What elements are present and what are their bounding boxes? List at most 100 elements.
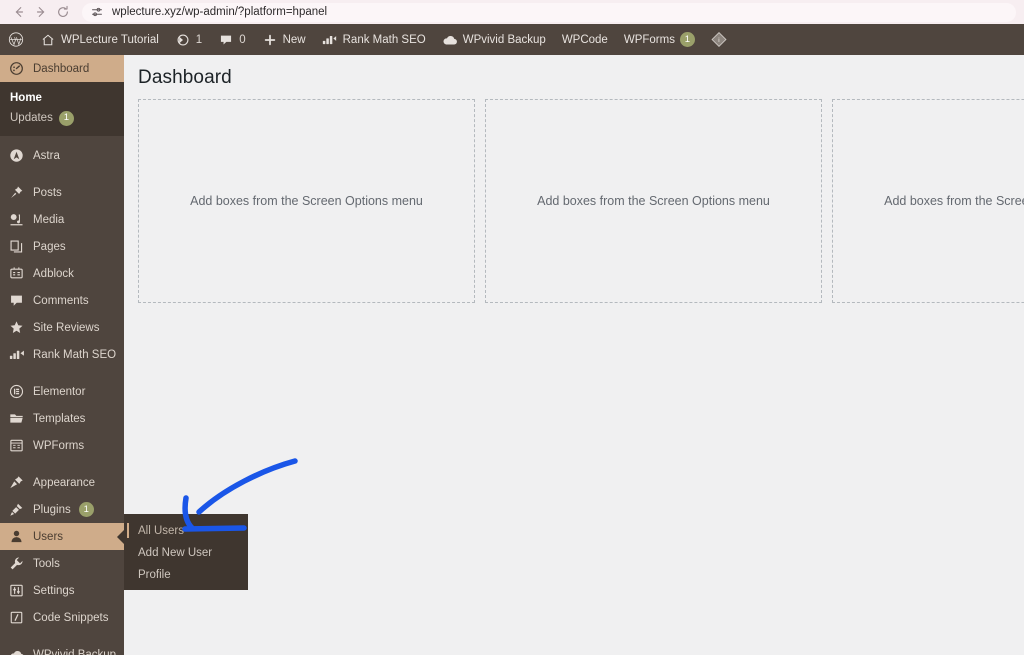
sidebar-item-label-comments: Comments [33,294,89,307]
sidebar-flyout-users: All Users Add New User Profile [124,514,248,590]
flyout-label-profile: Profile [138,569,171,581]
browser-toolbar: wplecture.xyz/wp-admin/?platform=hpanel [0,0,1024,24]
tune-icon[interactable] [90,5,104,19]
flyout-label-add-new-user: Add New User [138,547,213,559]
sidebar-item-label-pages: Pages [33,240,66,253]
sidebar-item-label-plugins: Plugins [33,503,71,516]
sidebar-item-tools[interactable]: Tools [0,550,124,577]
adminbar-wpforms[interactable]: WPForms 1 [616,24,703,55]
sidebar-item-plugins[interactable]: Plugins 1 [0,496,124,523]
pages-icon [8,238,25,255]
sidebar-item-label-wpforms: WPForms [33,439,85,452]
adminbar-wpcode[interactable]: WPCode [554,24,616,55]
adminbar-wp-logo[interactable] [0,24,32,55]
sidebar-item-label-astra: Astra [33,149,60,162]
dashboard-widget-dropzones: Add boxes from the Screen Options menu A… [138,99,1024,303]
adminbar-wpforms-label: WPForms [623,33,675,46]
adminbar-updates[interactable]: 1 [167,24,210,55]
updates-icon [175,32,191,48]
sidebar-item-comments[interactable]: Comments [0,287,124,314]
flyout-label-all-users: All Users [138,525,185,537]
adminbar-updates-count: 1 [195,33,203,46]
reload-button[interactable] [52,2,74,22]
sidebar-separator-3 [0,459,124,469]
sidebar-subitem-label-home: Home [10,92,42,104]
sidebar-item-label-appearance: Appearance [33,476,96,489]
adminbar-site-name[interactable]: WPLecture Tutorial [32,24,167,55]
adminbar-wpforms-badge: 1 [679,32,695,47]
diamond-icon: i [711,31,727,48]
svg-text:i: i [718,37,719,44]
dropzone-text-2: Add boxes from the Screen Options menu [537,194,770,208]
adminbar-rank-math-label: Rank Math SEO [342,33,426,46]
star-icon [8,319,25,336]
sidebar-item-templates[interactable]: Templates [0,405,124,432]
back-button[interactable] [8,2,30,22]
appearance-icon [8,474,25,491]
adblock-icon [8,265,25,282]
sidebar-item-dashboard[interactable]: Dashboard [0,55,124,82]
flyout-item-all-users[interactable]: All Users [124,520,248,542]
pin-icon [8,184,25,201]
wordpress-logo-icon [8,32,24,48]
sidebar-item-media[interactable]: Media [0,206,124,233]
adminbar-extra[interactable]: i [703,24,735,55]
adminbar-wpvivid-label: WPvivid Backup [462,33,546,46]
sidebar-item-posts[interactable]: Posts [0,179,124,206]
media-icon [8,211,25,228]
sidebar-item-adblock[interactable]: Adblock [0,260,124,287]
sidebar-item-wpvivid-backup[interactable]: WPvivid Backup [0,641,124,655]
sidebar-item-settings[interactable]: Settings [0,577,124,604]
sidebar-item-wpforms[interactable]: WPForms [0,432,124,459]
dashboard-icon [8,60,25,77]
sidebar-separator-4 [0,631,124,641]
adminbar-comments[interactable]: 0 [210,24,253,55]
sidebar-item-elementor[interactable]: Elementor [0,378,124,405]
sidebar-users-pointer [117,529,124,544]
sidebar-item-label-rank-math-seo: Rank Math SEO [33,348,117,361]
tools-icon [8,555,25,572]
sidebar-item-appearance[interactable]: Appearance [0,469,124,496]
comment-icon [218,32,234,48]
sidebar-item-label-posts: Posts [33,186,62,199]
sidebar-subitem-home[interactable]: Home [0,88,124,108]
adminbar-site-name-label: WPLecture Tutorial [61,33,159,46]
adminbar-new-label: New [282,33,306,46]
sidebar-item-label-wpvivid-backup: WPvivid Backup [33,648,117,655]
address-bar[interactable]: wplecture.xyz/wp-admin/?platform=hpanel [82,2,1016,22]
page-title: Dashboard [138,67,232,88]
sidebar-item-rank-math-seo[interactable]: Rank Math SEO [0,341,124,368]
sidebar-item-label-media: Media [33,213,65,226]
flyout-item-profile[interactable]: Profile [124,564,248,586]
sidebar-item-label-adblock: Adblock [33,267,74,280]
sidebar-item-label-tools: Tools [33,557,60,570]
sidebar-item-label-site-reviews: Site Reviews [33,321,100,334]
dashboard-dropzone-1[interactable]: Add boxes from the Screen Options menu [138,99,475,303]
url-text: wplecture.xyz/wp-admin/?platform=hpanel [112,6,328,18]
wp-admin-bar: WPLecture Tutorial 1 0 New Rank Math SEO… [0,24,1024,55]
code-snippets-icon [8,609,25,626]
sidebar-plugins-badge: 1 [78,502,94,517]
plugins-icon [8,501,25,518]
sidebar-item-site-reviews[interactable]: Site Reviews [0,314,124,341]
comment-icon [8,292,25,309]
adminbar-new[interactable]: New [254,24,314,55]
dropzone-text-3: Add boxes from the Screen Options menu [884,194,1024,208]
adminbar-rank-math-seo[interactable]: Rank Math SEO [314,24,434,55]
sidebar-item-users[interactable]: Users [0,523,124,550]
sidebar-item-pages[interactable]: Pages [0,233,124,260]
dashboard-dropzone-3[interactable]: Add boxes from the Screen Options menu [832,99,1024,303]
sidebar-subitem-updates[interactable]: Updates 1 [0,108,124,128]
dashboard-content: Dashboard Add boxes from the Screen Opti… [124,55,1024,655]
forward-button[interactable] [30,2,52,22]
home-icon [40,32,56,48]
flyout-active-accent [127,523,129,538]
adminbar-wpvivid-backup[interactable]: WPvivid Backup [434,24,554,55]
sidebar-item-label-elementor: Elementor [33,385,86,398]
sidebar-item-code-snippets[interactable]: Code Snippets [0,604,124,631]
sidebar-item-label-settings: Settings [33,584,75,597]
sidebar-item-astra[interactable]: Astra [0,142,124,169]
admin-sidebar: Dashboard Home Updates 1 Astra Posts Med… [0,55,124,655]
flyout-item-add-new-user[interactable]: Add New User [124,542,248,564]
dashboard-dropzone-2[interactable]: Add boxes from the Screen Options menu [485,99,822,303]
